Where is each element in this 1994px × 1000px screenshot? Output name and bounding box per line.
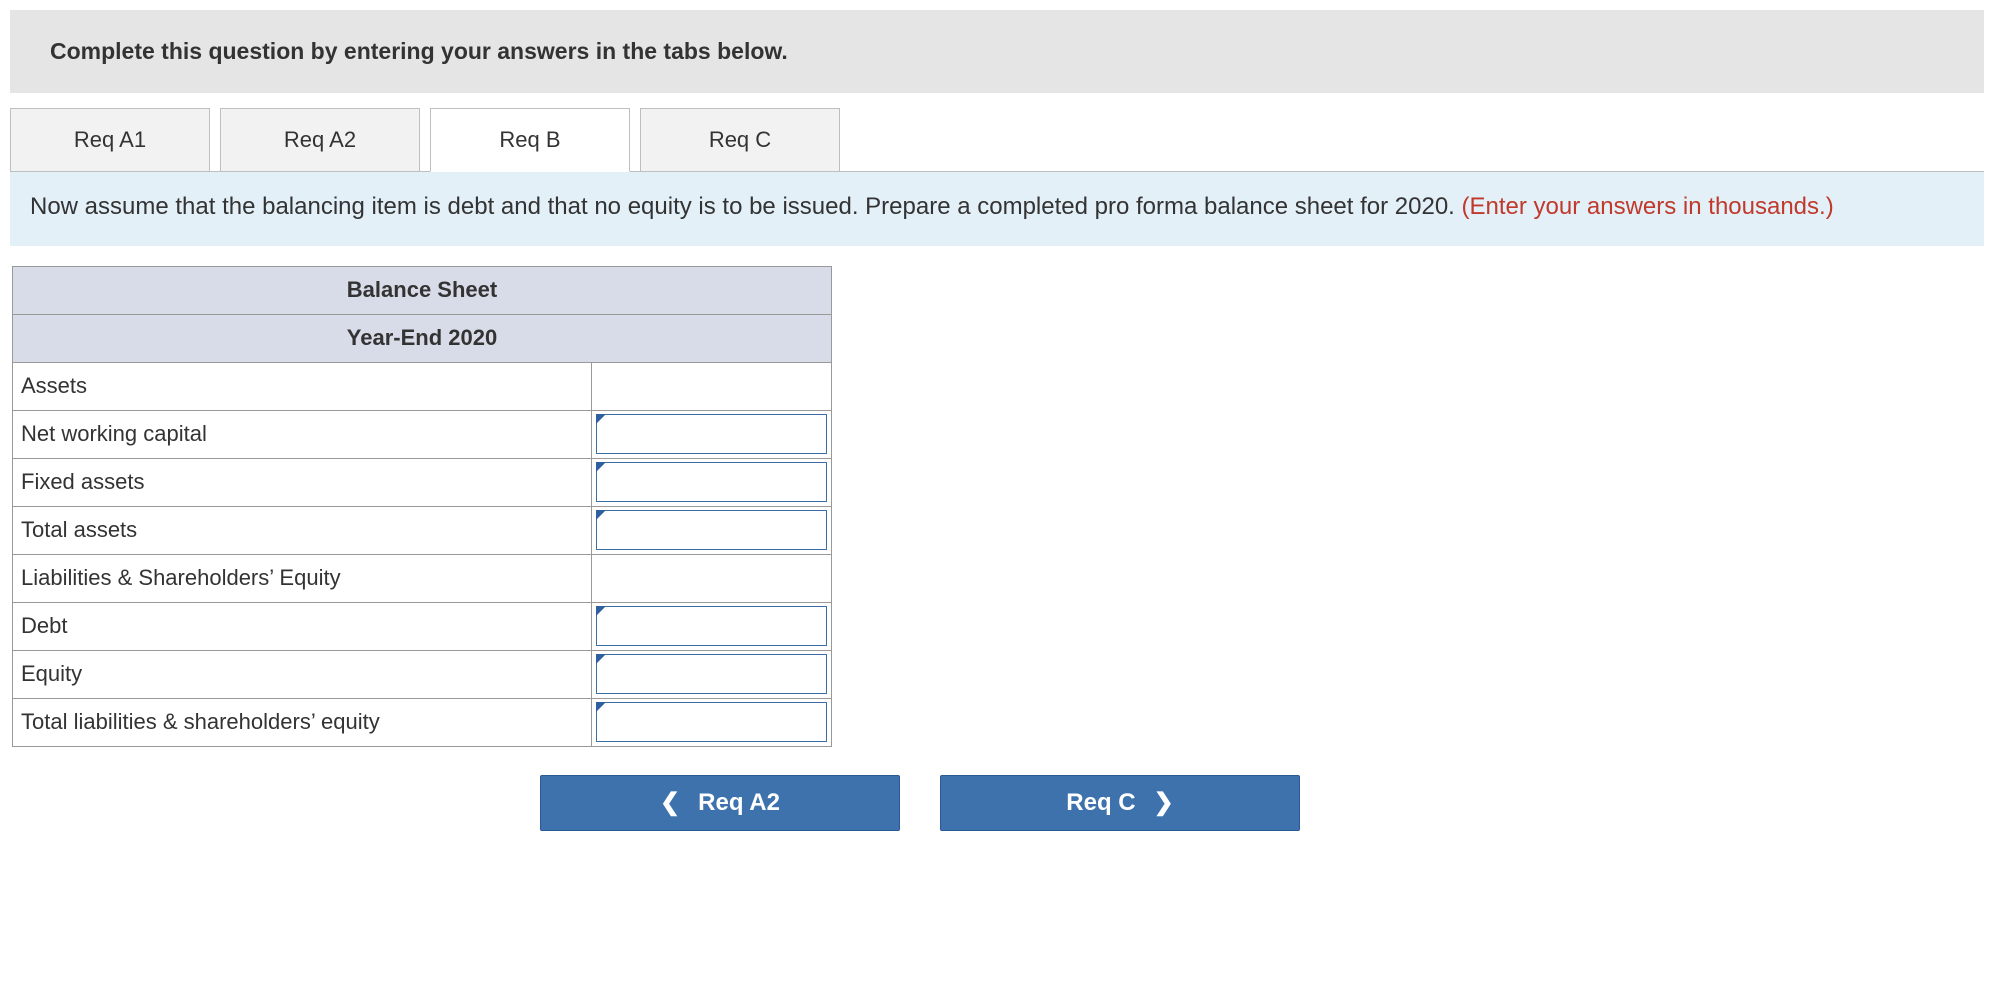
question-panel: Now assume that the balancing item is de… (10, 171, 1984, 246)
row-label: Total liabilities & shareholders’ equity (13, 698, 592, 746)
next-button[interactable]: Req C ❯ (940, 775, 1300, 831)
row-label: Total assets (13, 506, 592, 554)
nav-buttons: ❮ Req A2 Req C ❯ (540, 775, 1994, 831)
chevron-left-icon: ❮ (660, 788, 680, 817)
tab-req-a2[interactable]: Req A2 (220, 108, 420, 172)
tab-label: Req C (709, 127, 771, 153)
fixed-assets-input[interactable] (596, 462, 827, 502)
tab-req-a1[interactable]: Req A1 (10, 108, 210, 172)
debt-input[interactable] (596, 606, 827, 646)
tab-req-c[interactable]: Req C (640, 108, 840, 172)
total-assets-input[interactable] (596, 510, 827, 550)
tab-req-b[interactable]: Req B (430, 108, 630, 172)
prev-button-label: Req A2 (698, 789, 780, 817)
row-value-empty (592, 362, 832, 410)
next-button-label: Req C (1066, 789, 1135, 817)
prev-button[interactable]: ❮ Req A2 (540, 775, 900, 831)
nwc-input[interactable] (596, 414, 827, 454)
row-label: Equity (13, 650, 592, 698)
balance-sheet-title: Balance Sheet (13, 266, 832, 314)
row-label: Net working capital (13, 410, 592, 458)
row-label: Liabilities & Shareholders’ Equity (13, 554, 592, 602)
question-hint: (Enter your answers in thousands.) (1462, 193, 1834, 220)
row-value-empty (592, 554, 832, 602)
total-liab-equity-input[interactable] (596, 702, 827, 742)
question-text: Now assume that the balancing item is de… (30, 193, 1462, 220)
row-label: Fixed assets (13, 458, 592, 506)
balance-sheet-subtitle: Year-End 2020 (13, 314, 832, 362)
instruction-bar: Complete this question by entering your … (10, 10, 1984, 93)
tab-label: Req A2 (284, 127, 356, 153)
equity-input[interactable] (596, 654, 827, 694)
tab-label: Req B (499, 127, 560, 153)
tab-label: Req A1 (74, 127, 146, 153)
row-label: Assets (13, 362, 592, 410)
row-label: Debt (13, 602, 592, 650)
tabs: Req A1 Req A2 Req B Req C (0, 93, 1994, 171)
chevron-right-icon: ❯ (1154, 788, 1174, 817)
balance-sheet-table: Balance Sheet Year-End 2020 Assets Net w… (12, 266, 832, 747)
